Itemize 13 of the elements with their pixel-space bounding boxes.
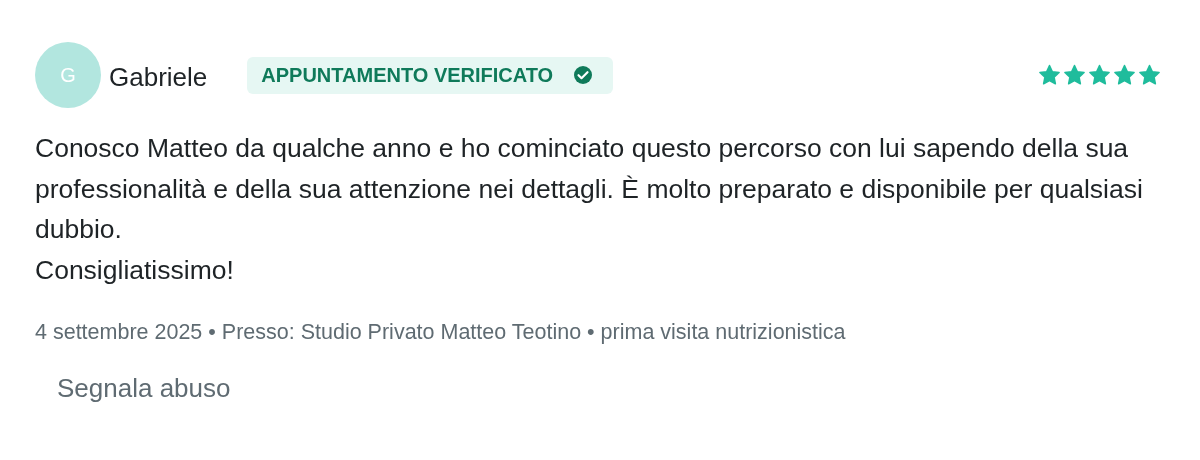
star-icon — [1137, 63, 1162, 87]
star-icon — [1087, 63, 1112, 87]
review-meta: 4 settembre 2025 • Presso: Studio Privato Matteo Teotino • prima visita nutrizionistica — [35, 320, 847, 345]
review-text: Conosco Matteo da qualche anno e ho cominciato questo percorso con lui sapendo della sua professionalità e della sua attenzione nei dettagli. È molto preparato e disponibile per qualsiasi dubbio. — [35, 132, 1144, 246]
badge-label: APPUNTAMENTO VERIFICATO — [261, 63, 554, 87]
report-abuse-link[interactable]: Segnala abuso — [57, 373, 231, 404]
star-icon — [1112, 63, 1137, 87]
check-circle-icon — [573, 65, 594, 85]
star-icon — [1062, 63, 1087, 87]
star-icon — [1037, 63, 1062, 87]
author-name: Gabriele — [109, 61, 208, 93]
review-text: Consigliatissimo! — [35, 253, 235, 287]
avatar: G — [35, 42, 101, 108]
